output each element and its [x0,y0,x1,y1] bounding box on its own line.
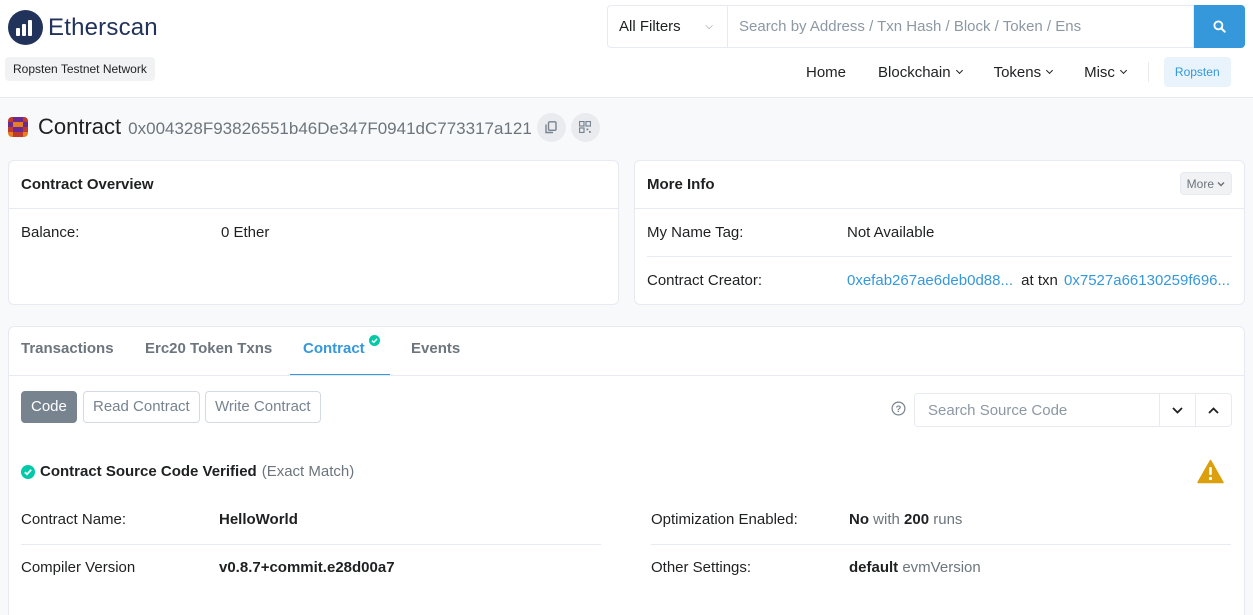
tab-events[interactable]: Events [411,340,460,357]
tab-erc20-token-txns[interactable]: Erc20 Token Txns [145,340,272,357]
network-badge: Ropsten Testnet Network [5,57,155,81]
optimization-runs-suffix: runs [933,511,963,528]
more-info-title-text: More Info [647,176,715,193]
creator-address-link[interactable]: 0xefab267ae6deb0d88... [847,272,1013,289]
contract-overview-title: Contract Overview [9,161,618,209]
more-info-card: More Info More My Name Tag: Not Availabl… [634,160,1245,305]
network-switch-button[interactable]: Ropsten [1163,57,1231,87]
optimization-with: with [873,511,900,528]
search-bar: All Filters ⌵ [607,5,1245,48]
verification-status: Contract Source Code Verified (Exact Mat… [21,463,354,480]
etherscan-logo[interactable]: Etherscan [8,10,158,45]
optimization-runs: 200 [904,511,930,528]
main-nav: Home Blockchain Tokens Misc Ropsten [790,57,1231,87]
copy-address-button[interactable] [536,112,566,142]
qr-code-icon [579,121,592,133]
search-next-button[interactable] [1159,394,1195,426]
nav-home[interactable]: Home [790,64,862,81]
svg-text:?: ? [896,404,902,414]
nav-blockchain-label: Blockchain [878,63,951,81]
chevron-down-icon [1172,406,1183,414]
other-settings-value: default evmVersion [849,559,981,576]
verified-check-icon [368,335,380,346]
nav-misc-label: Misc [1084,63,1115,81]
compiler-version-value: v0.8.7+commit.e28d00a7 [219,559,395,576]
address-identicon [8,117,28,137]
settings-evm-version: evmVersion [902,559,981,576]
balance-value: 0 Ether [221,224,270,241]
chevron-down-icon [955,66,963,75]
warning-icon[interactable] [1197,459,1224,484]
contract-name-value: HelloWorld [219,511,298,528]
name-tag-value: Not Available [847,224,935,241]
tab-contract[interactable]: Contract [303,335,380,357]
code-button[interactable]: Code [21,391,77,423]
at-txn-label: at txn [1021,272,1058,289]
nav-tokens-label: Tokens [993,63,1042,81]
copy-icon [545,120,558,133]
row-divider [651,544,1231,545]
source-search-input[interactable] [915,394,1159,426]
contract-creator-label: Contract Creator: [647,272,763,289]
logo-text: Etherscan [48,13,158,41]
settings-default: default [849,559,899,576]
other-settings-label: Other Settings: [651,559,752,576]
contract-overview-card: Contract Overview Balance: 0 Ether [8,160,619,305]
search-button[interactable] [1194,5,1245,48]
optimization-label: Optimization Enabled: [651,511,798,528]
nav-home-label: Home [806,63,847,81]
filter-select-label: All Filters [619,18,681,35]
more-button-label: More [1186,176,1214,191]
more-info-title: More Info [635,161,1244,209]
verified-match: (Exact Match) [261,463,355,480]
chevron-down-icon [1217,181,1225,187]
name-tag-label: My Name Tag: [647,224,744,241]
nav-blockchain[interactable]: Blockchain [862,64,978,81]
site-header: Etherscan Ropsten Testnet Network All Fi… [0,0,1253,98]
optimization-enabled: No [849,511,869,528]
search-input[interactable] [727,5,1194,48]
logo-icon [8,10,43,45]
nav-divider [1147,62,1149,82]
row-divider [21,544,601,545]
tabs-divider [9,375,1244,376]
row-divider [647,256,1232,257]
creator-txn-link[interactable]: 0x7527a66130259f696... [1064,272,1230,289]
write-contract-button[interactable]: Write Contract [205,391,321,423]
read-contract-button[interactable]: Read Contract [83,391,200,423]
help-icon[interactable]: ? [891,401,906,416]
qr-code-button[interactable] [570,112,600,142]
chevron-down-icon: ⌵ [705,21,713,32]
page-title: Contract 0x004328F93826551b46De347F0941d… [8,112,600,142]
nav-tokens[interactable]: Tokens [978,64,1069,81]
active-tab-indicator [290,374,390,375]
page-title-label: Contract [38,114,122,139]
more-dropdown-button[interactable]: More [1179,172,1232,195]
search-icon [1213,20,1226,33]
chevron-down-icon [1119,66,1127,75]
chevron-up-icon [1208,406,1219,414]
balance-label: Balance: [21,224,80,241]
tab-contract-label: Contract [303,340,365,357]
chevron-down-icon [1046,66,1054,75]
contract-name-label: Contract Name: [21,511,127,528]
tab-transactions[interactable]: Transactions [21,340,114,357]
source-search-box [914,393,1232,427]
contract-address: 0x004328F93826551b46De347F0941dC773317a1… [128,118,532,138]
filter-select[interactable]: All Filters ⌵ [607,5,727,48]
optimization-value: No with 200 runs [849,511,962,528]
verified-check-icon [21,464,35,479]
nav-misc[interactable]: Misc [1068,64,1142,81]
search-prev-button[interactable] [1195,394,1231,426]
verified-title: Contract Source Code Verified [40,463,257,480]
compiler-version-label: Compiler Version [21,559,136,576]
